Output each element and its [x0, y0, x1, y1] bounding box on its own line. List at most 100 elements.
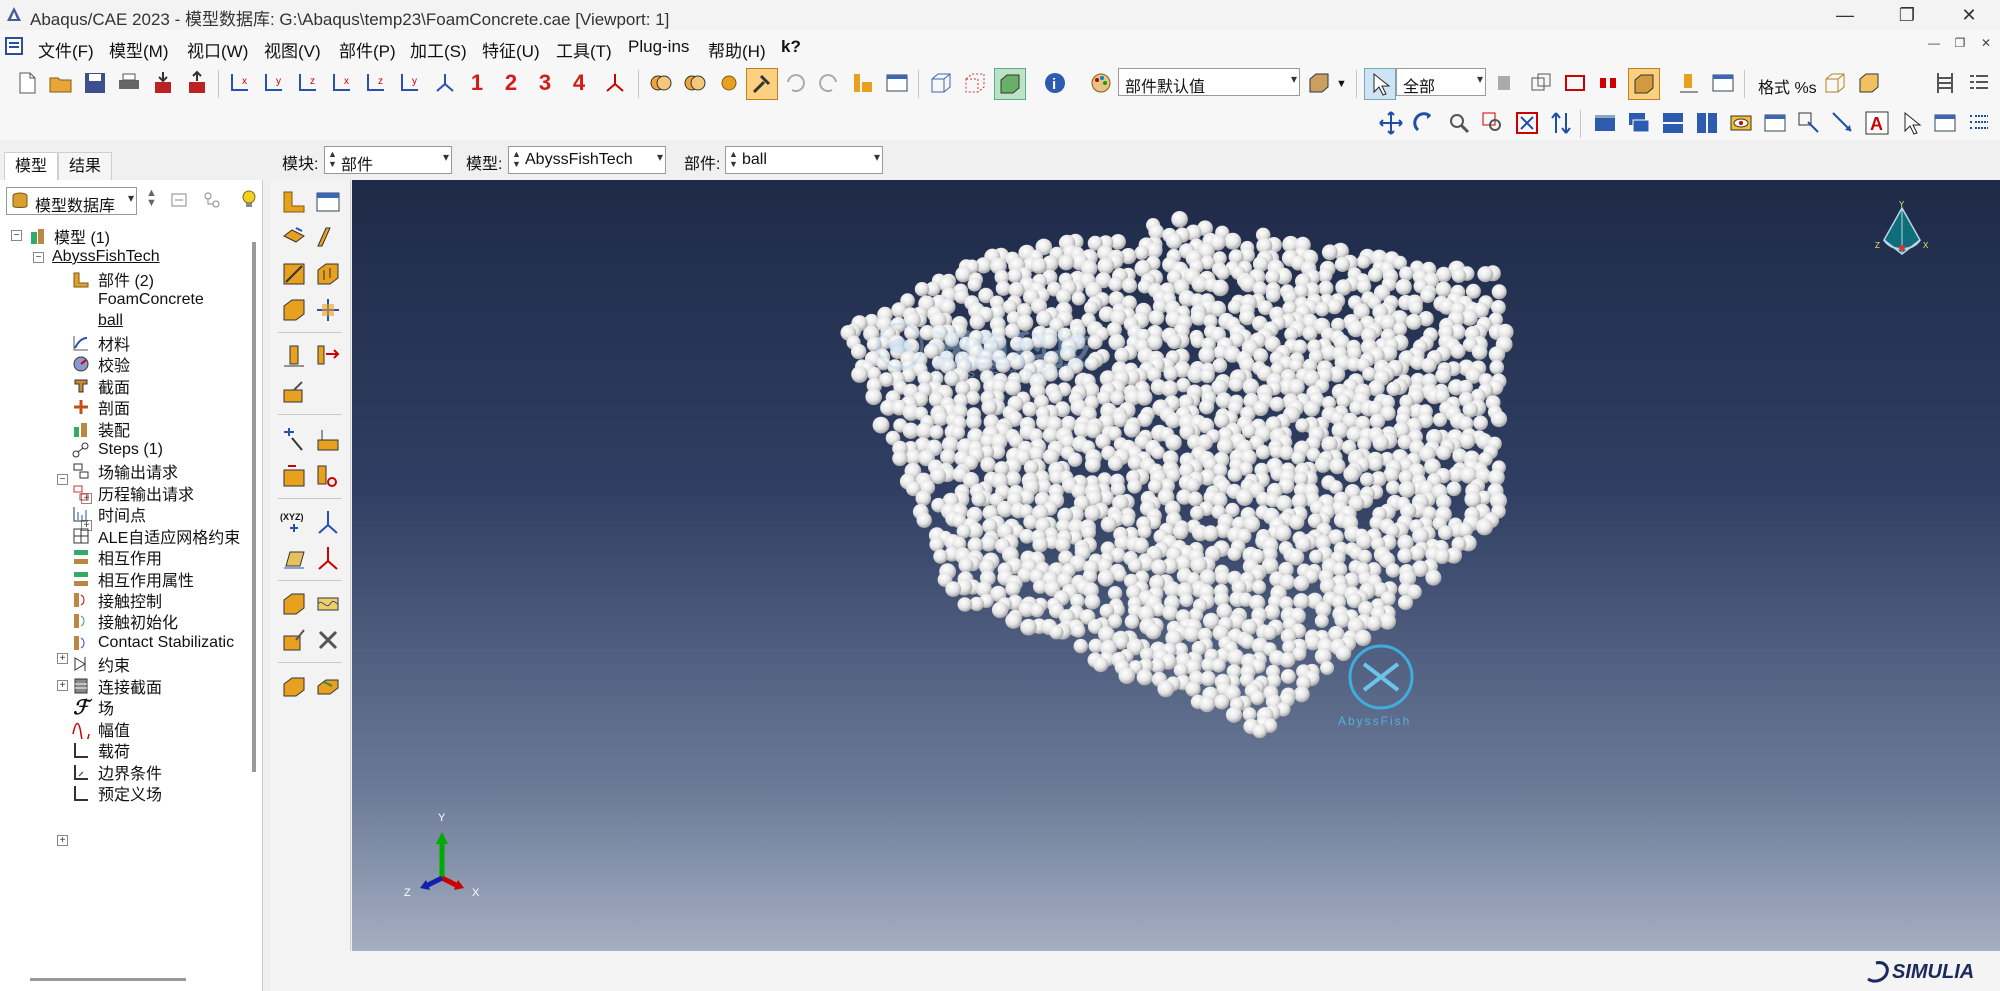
assembly-display-button[interactable] — [1304, 68, 1334, 98]
menu-help[interactable]: 帮助(H) — [708, 37, 766, 62]
menu-part[interactable]: 部件(P) — [339, 37, 396, 62]
view-left-button[interactable]: z — [362, 68, 392, 98]
wire-button[interactable] — [278, 258, 310, 290]
restore-button[interactable]: ❐ — [1877, 0, 1937, 30]
tree-horizontal-scrollbar[interactable] — [30, 978, 186, 981]
selection-filter-combo[interactable]: 全部 ▾ — [1396, 68, 1486, 96]
wireframe-button[interactable] — [926, 68, 956, 98]
box-select-button[interactable] — [1560, 68, 1590, 98]
minimize-button[interactable]: — — [1815, 0, 1875, 30]
tree-vertical-scrollbar[interactable] — [252, 242, 256, 772]
open-button[interactable] — [46, 68, 76, 98]
tab-results[interactable]: 结果 — [58, 152, 113, 181]
expander-icon[interactable]: − — [57, 474, 68, 485]
selection-options-button[interactable] — [1526, 68, 1556, 98]
datum-point-button[interactable] — [278, 340, 310, 372]
expander-icon[interactable]: + — [57, 835, 68, 846]
redo-button[interactable] — [814, 68, 844, 98]
partition-button[interactable] — [312, 294, 344, 326]
zoom-button[interactable] — [1444, 108, 1474, 138]
annotation-button[interactable] — [1794, 108, 1824, 138]
select-all-button[interactable] — [1490, 68, 1520, 98]
print-button[interactable] — [114, 68, 144, 98]
collapse-tree-icon[interactable] — [170, 190, 190, 210]
undo-button[interactable] — [780, 68, 810, 98]
mdi-close-button[interactable]: ✕ — [1976, 36, 1996, 56]
mdi-restore-button[interactable]: ❐ — [1950, 36, 1970, 56]
axis-button[interactable] — [312, 506, 344, 538]
shaded-button[interactable] — [994, 68, 1026, 100]
box-view-button[interactable] — [1820, 68, 1850, 98]
view-front-button[interactable]: x — [226, 68, 256, 98]
close-button[interactable]: ✕ — [1939, 0, 1999, 30]
virtual-topology-button[interactable] — [278, 588, 310, 620]
view-user-button[interactable] — [600, 68, 630, 98]
viewport-single-button[interactable] — [1590, 108, 1620, 138]
display-part-button[interactable] — [1628, 68, 1660, 100]
hidden-line-button[interactable] — [960, 68, 990, 98]
lightbulb-icon[interactable] — [238, 188, 260, 210]
assign-button[interactable] — [278, 424, 310, 456]
info-button[interactable]: i — [1040, 68, 1070, 98]
menu-context-help[interactable]: k? — [781, 37, 801, 57]
viewport-cascade-button[interactable] — [1624, 108, 1654, 138]
datum-plane-button[interactable] — [312, 340, 344, 372]
query-button[interactable] — [646, 68, 676, 98]
menu-model[interactable]: 模型(M) — [109, 37, 168, 62]
expander-icon[interactable]: − — [33, 252, 44, 263]
pointer-button[interactable] — [1896, 108, 1926, 138]
hammer-tool-button[interactable] — [746, 68, 778, 100]
system-menu-icon[interactable] — [5, 37, 23, 55]
shell-extrude-button[interactable] — [312, 222, 344, 254]
pan-button[interactable] — [1376, 108, 1406, 138]
menu-feature[interactable]: 特征(U) — [482, 37, 540, 62]
feature-manager-button[interactable] — [848, 68, 878, 98]
blend-button[interactable] — [278, 294, 310, 326]
list-layout-button[interactable] — [1964, 68, 1994, 98]
view-manager-button[interactable] — [1726, 108, 1756, 138]
mdi-minimize-button[interactable]: — — [1924, 36, 1944, 56]
tree-node-predefined-fields[interactable]: 预定义场 — [70, 780, 162, 806]
tree-source-combo[interactable]: 模型数据库 ▾ — [6, 187, 137, 215]
menu-view[interactable]: 视图(V) — [264, 37, 321, 62]
chevron-down-icon[interactable]: ▼ — [1336, 78, 1347, 90]
color-code-button[interactable] — [1086, 68, 1116, 98]
view-right-button[interactable]: y — [396, 68, 426, 98]
surface-button[interactable] — [312, 460, 344, 492]
menu-shape[interactable]: 加工(S) — [410, 37, 467, 62]
cycle-views-button[interactable] — [1546, 108, 1576, 138]
sphere-button[interactable] — [714, 68, 744, 98]
text-annotation-button[interactable]: A — [1862, 108, 1892, 138]
view-1-button[interactable]: 1 — [462, 68, 492, 98]
tools-button[interactable] — [312, 624, 344, 656]
layer-manager-button[interactable] — [1760, 108, 1790, 138]
view-3-button[interactable]: 3 — [530, 68, 560, 98]
menu-viewport[interactable]: 视口(W) — [187, 37, 248, 62]
display-group-button[interactable] — [1708, 68, 1738, 98]
datum-plane-offset-button[interactable] — [278, 542, 310, 574]
list-options-button[interactable] — [1964, 108, 1994, 138]
model-combo[interactable]: ▲ ▼ AbyssFishTech ▾ — [508, 146, 666, 174]
query-tool-button[interactable] — [278, 624, 310, 656]
export-button[interactable] — [182, 68, 212, 98]
cut-extrude-button[interactable] — [312, 258, 344, 290]
module-combo[interactable]: ▲ ▼ 部件 ▾ — [324, 146, 452, 174]
viewport-tile-v-button[interactable] — [1692, 108, 1722, 138]
view-cube-icon[interactable]: Y Z X — [1872, 200, 1932, 270]
view-bottom-button[interactable]: x — [328, 68, 358, 98]
set-button[interactable] — [278, 460, 310, 492]
box-solid-button[interactable] — [1854, 68, 1884, 98]
render-style-combo[interactable]: 部件默认值 ▾ — [1118, 68, 1300, 96]
part-manager-tool-button[interactable] — [312, 186, 344, 218]
new-file-button[interactable] — [12, 68, 42, 98]
view-iso-button[interactable] — [430, 68, 460, 98]
repair-button[interactable] — [278, 376, 310, 408]
import-button[interactable] — [148, 68, 178, 98]
part-mirror-button[interactable] — [312, 670, 344, 702]
view-4-button[interactable]: 4 — [564, 68, 594, 98]
annotation-manager-button[interactable] — [1930, 108, 1960, 138]
part-manager-button[interactable] — [882, 68, 912, 98]
view-back-button[interactable]: y — [260, 68, 290, 98]
box-zoom-button[interactable] — [1478, 108, 1508, 138]
part-copy-button[interactable] — [278, 670, 310, 702]
